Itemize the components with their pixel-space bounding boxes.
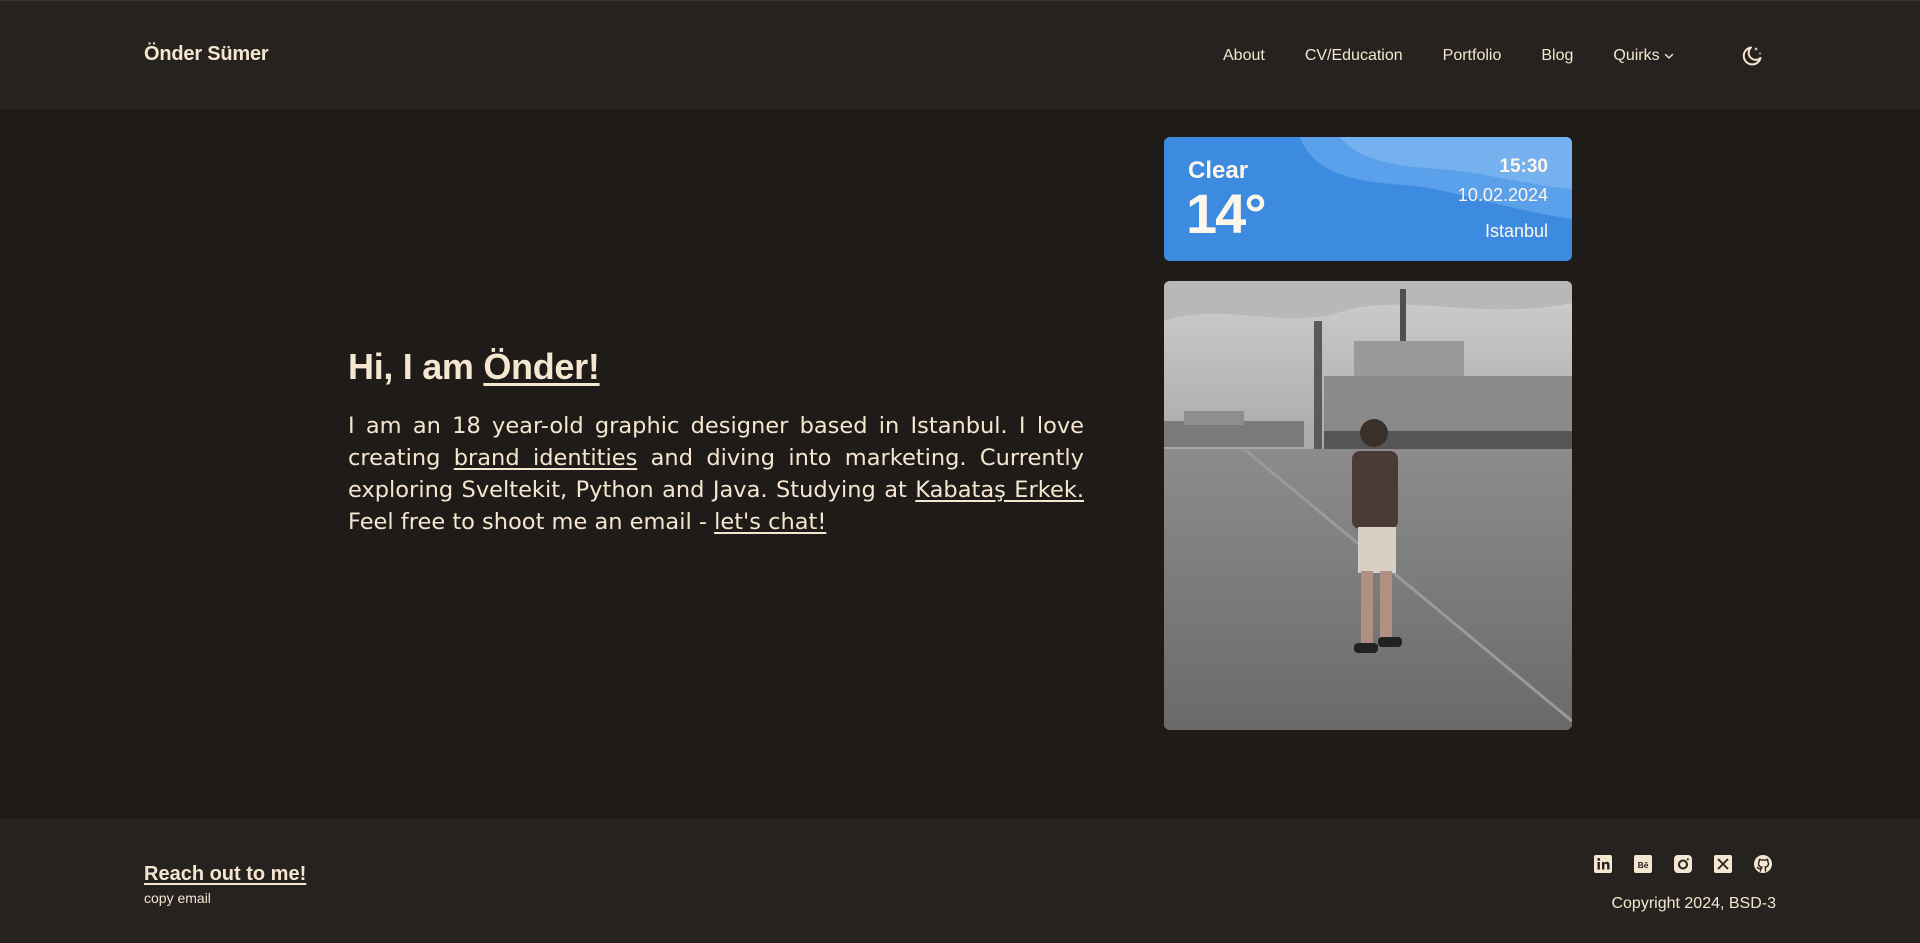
github-icon[interactable] <box>1753 854 1773 874</box>
lets-chat-link[interactable]: let's chat! <box>714 509 826 535</box>
greeting-text: Hi, I am <box>348 346 484 387</box>
main-nav: About CV/Education Portfolio Blog Quirks <box>1223 47 1674 65</box>
weather-temperature: 14° <box>1186 182 1267 245</box>
intro-paragraph: I am an 18 year-old graphic designer bas… <box>348 410 1084 538</box>
weather-time: 15:30 <box>1499 156 1548 177</box>
moon-stars-icon[interactable] <box>1740 44 1764 68</box>
profile-photo-illustration <box>1164 281 1572 730</box>
intro-section: Hi, I am Önder! I am an 18 year-old grap… <box>348 346 1084 538</box>
social-links: Bē <box>1593 854 1773 874</box>
weather-date: 10.02.2024 <box>1457 185 1548 205</box>
site-footer: Reach out to me! copy email <box>0 819 1920 943</box>
intro-heading: Hi, I am Önder! <box>348 346 1084 388</box>
intro-text-3: Feel free to shoot me an email - <box>348 509 715 535</box>
nav-blog[interactable]: Blog <box>1541 47 1573 65</box>
nav-about[interactable]: About <box>1223 47 1265 65</box>
chevron-down-icon <box>1664 53 1673 59</box>
reach-out-link[interactable]: Reach out to me! <box>144 863 306 886</box>
nav-portfolio[interactable]: Portfolio <box>1443 47 1502 65</box>
instagram-icon[interactable] <box>1673 854 1693 874</box>
nav-quirks-dropdown[interactable]: Quirks <box>1613 47 1673 65</box>
profile-photo <box>1164 281 1572 730</box>
svg-text:Bē: Bē <box>1638 860 1649 870</box>
nav-quirks-label: Quirks <box>1613 47 1660 64</box>
nav-cv-education[interactable]: CV/Education <box>1305 47 1403 65</box>
copyright-text: Copyright 2024, BSD-3 <box>1611 895 1776 912</box>
weather-widget: Clear 14° 15:30 10.02.2024 Istanbul <box>1164 137 1572 261</box>
school-link[interactable]: Kabataş Erkek. <box>915 477 1084 503</box>
brand-identities-link[interactable]: brand identities <box>454 445 638 471</box>
copy-email-button[interactable]: copy email <box>144 890 211 906</box>
weather-city: Istanbul <box>1484 221 1548 241</box>
name-link[interactable]: Önder! <box>483 346 600 387</box>
x-icon[interactable] <box>1713 854 1733 874</box>
behance-icon[interactable]: Bē <box>1633 854 1653 874</box>
brand-name[interactable]: Önder Sümer <box>144 43 269 66</box>
site-header: Önder Sümer About CV/Education Portfolio… <box>0 0 1920 109</box>
linkedin-icon[interactable] <box>1593 854 1613 874</box>
